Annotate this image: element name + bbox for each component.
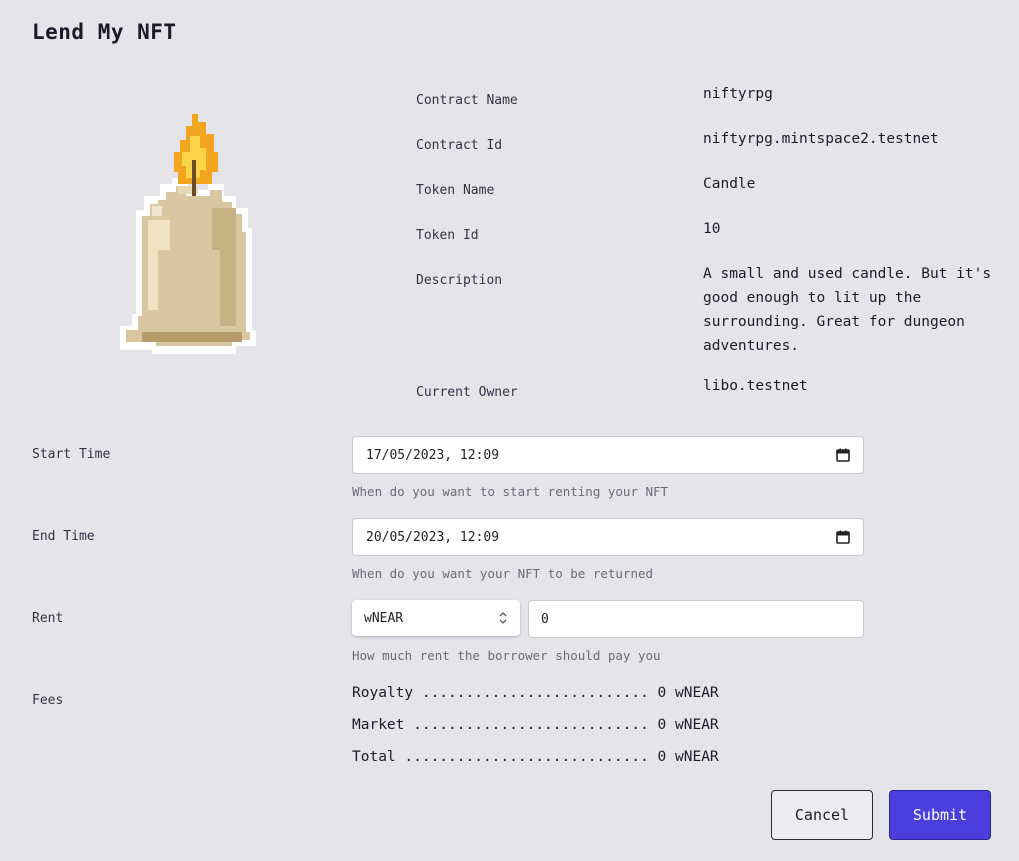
fee-market: Market ........................... 0 wNE… bbox=[352, 717, 719, 733]
cancel-button[interactable]: Cancel bbox=[771, 790, 873, 840]
start-time-label: Start Time bbox=[32, 447, 111, 462]
rent-help: How much rent the borrower should pay yo… bbox=[352, 648, 661, 663]
start-time-value: 17/05/2023, 12:09 bbox=[366, 447, 500, 463]
calendar-icon[interactable] bbox=[836, 530, 850, 544]
end-time-help: When do you want your NFT to be returned bbox=[352, 566, 654, 581]
contract-id-value: niftyrpg.mintspace2.testnet bbox=[703, 131, 939, 147]
start-time-help: When do you want to start renting your N… bbox=[352, 484, 669, 499]
end-time-input[interactable]: 20/05/2023, 12:09 bbox=[352, 518, 864, 556]
rent-currency-value: wNEAR bbox=[364, 610, 404, 626]
contract-name-label: Contract Name bbox=[416, 93, 518, 108]
page-title: Lend My NFT bbox=[32, 20, 177, 44]
token-name-value: Candle bbox=[703, 176, 756, 192]
description-value: A small and used candle. But it's good e… bbox=[703, 266, 992, 354]
end-time-value: 20/05/2023, 12:09 bbox=[366, 529, 500, 545]
start-time-input[interactable]: 17/05/2023, 12:09 bbox=[352, 436, 864, 474]
end-time-label: End Time bbox=[32, 529, 95, 544]
current-owner-value: libo.testnet bbox=[703, 378, 808, 394]
fee-royalty: Royalty .......................... 0 wNE… bbox=[352, 685, 719, 701]
rent-label: Rent bbox=[32, 611, 64, 626]
contract-id-label: Contract Id bbox=[416, 138, 503, 153]
rent-amount-value: 0 bbox=[541, 611, 549, 627]
select-arrows-icon bbox=[499, 612, 507, 624]
rent-amount-input[interactable]: 0 bbox=[528, 600, 864, 638]
contract-name-value: niftyrpg bbox=[703, 86, 773, 102]
submit-button[interactable]: Submit bbox=[889, 790, 991, 840]
token-id-value: 10 bbox=[703, 221, 721, 237]
rent-currency-select[interactable]: wNEAR bbox=[352, 600, 520, 636]
fees-label: Fees bbox=[32, 693, 64, 708]
fee-total: Total ............................ 0 wNE… bbox=[352, 749, 719, 765]
description-label: Description bbox=[416, 273, 503, 288]
current-owner-label: Current Owner bbox=[416, 385, 518, 400]
calendar-icon[interactable] bbox=[836, 448, 850, 462]
candle-image bbox=[120, 114, 256, 354]
token-id-label: Token Id bbox=[416, 228, 479, 243]
token-name-label: Token Name bbox=[416, 183, 495, 198]
